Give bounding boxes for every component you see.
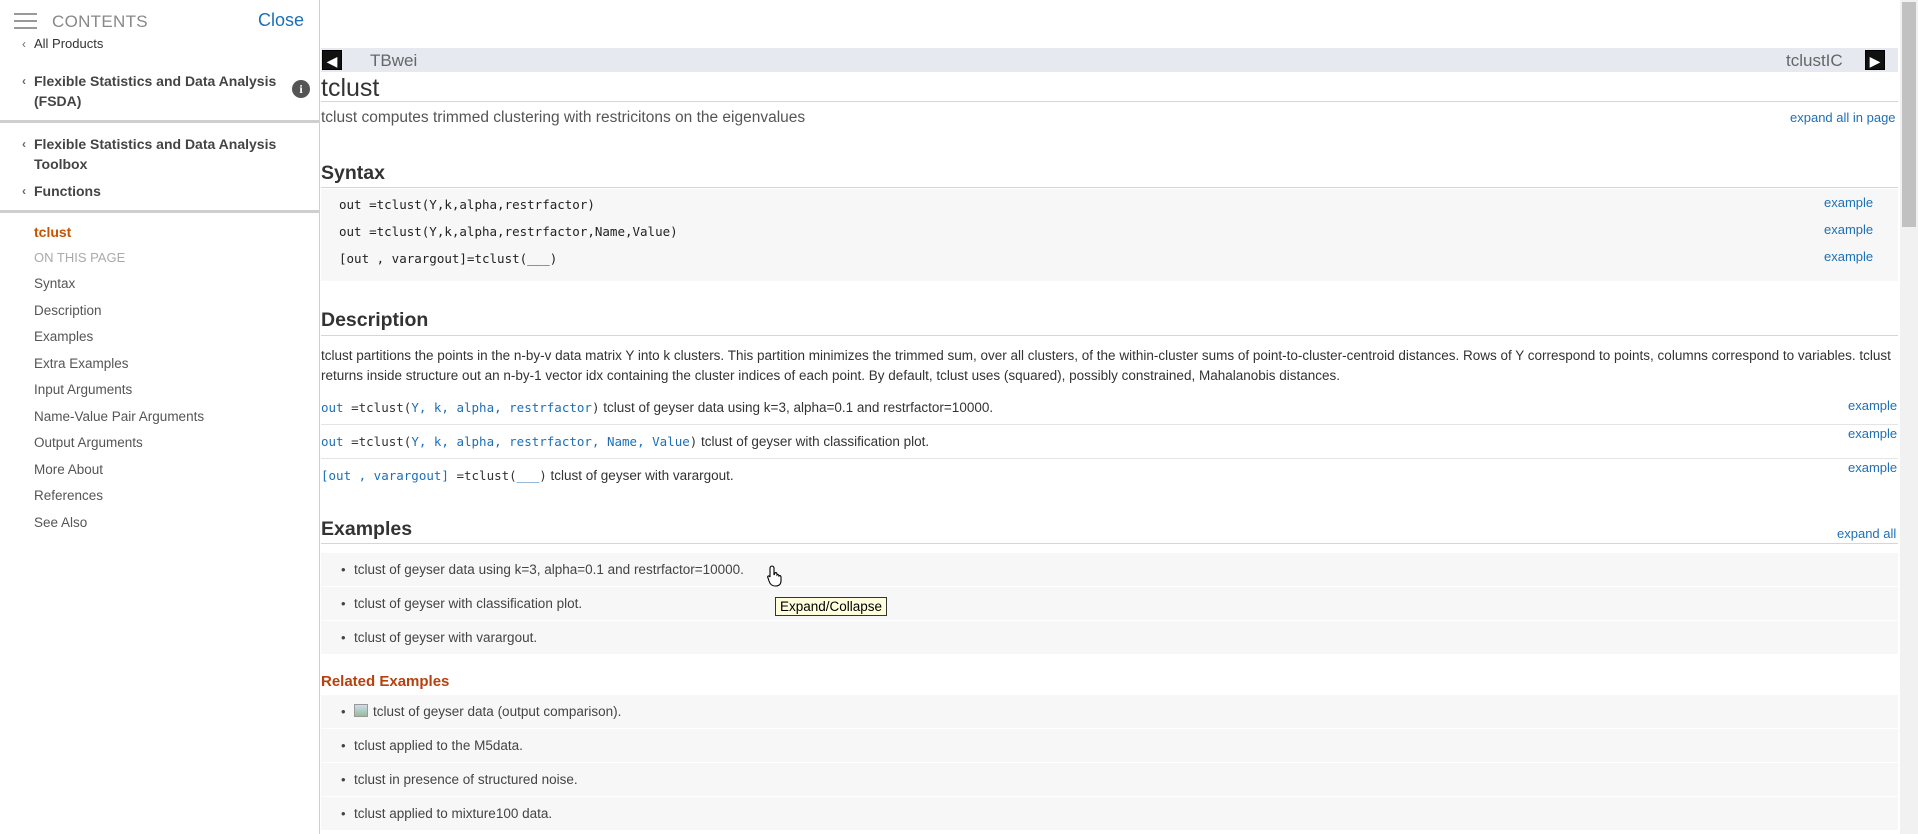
nav-item-name-value-pair-arguments[interactable]: Name-Value Pair Arguments <box>34 409 204 436</box>
call-row: out =tclust(Y, k, alpha, restrfactor, Na… <box>321 434 1898 449</box>
breadcrumb-all-products[interactable]: ‹ All Products <box>22 36 103 51</box>
page-navigation-bar: ◀ TBwei tclustIC ▶ <box>321 48 1898 72</box>
all-products-label: All Products <box>34 36 104 51</box>
examples-heading: Examples <box>321 518 413 540</box>
info-icon[interactable]: i <box>292 80 310 98</box>
call-function: =tclust( <box>448 468 517 483</box>
sidebar-divider <box>0 210 320 213</box>
call-summary: tclust of geyser with classification plo… <box>697 434 930 449</box>
nav-item-see-also[interactable]: See Also <box>34 515 204 542</box>
divider <box>321 335 1898 336</box>
example-link[interactable]: example <box>1848 398 1897 413</box>
chevron-left-icon: ‹ <box>22 37 26 51</box>
nav-item-output-arguments[interactable]: Output Arguments <box>34 435 204 462</box>
syntax-box: out =tclust(Y,k,alpha,restrfactor) out =… <box>321 189 1898 281</box>
related-example-item[interactable]: tclust applied to mixture100 data. <box>321 797 1898 831</box>
example-item[interactable]: tclust of geyser with classification plo… <box>321 587 1898 621</box>
divider <box>321 543 1898 544</box>
on-this-page-label: ON THIS PAGE <box>34 250 126 265</box>
example-item[interactable]: tclust of geyser data using k=3, alpha=0… <box>321 553 1898 587</box>
example-link[interactable]: example <box>1848 426 1897 441</box>
related-example-label: tclust of geyser data (output comparison… <box>373 704 622 719</box>
nav-item-extra-examples[interactable]: Extra Examples <box>34 356 204 383</box>
call-function: =tclust( <box>343 400 412 415</box>
tooltip: Expand/Collapse <box>775 597 888 616</box>
chevron-left-icon: ‹ <box>22 137 26 151</box>
related-example-item[interactable]: tclust of geyser data (output comparison… <box>321 695 1898 729</box>
example-item[interactable]: tclust of geyser with varargout. <box>321 621 1898 655</box>
related-example-item[interactable]: tclust applied to the M5data. <box>321 729 1898 763</box>
syntax-row: [out , varargout]=tclust(___) <box>339 251 558 266</box>
page-purpose: tclust computes trimmed clustering with … <box>321 109 806 126</box>
sidebar: CONTENTS Close ‹ All Products ‹ Flexible … <box>0 0 320 834</box>
example-link[interactable]: example <box>1824 195 1873 210</box>
on-this-page-list: Syntax Description Examples Extra Exampl… <box>34 276 204 541</box>
hand-cursor-icon <box>767 565 782 587</box>
chevron-left-icon: ‹ <box>22 74 26 88</box>
description-heading: Description <box>321 309 429 331</box>
call-output[interactable]: [out , varargout] <box>321 468 449 483</box>
nav-item-input-arguments[interactable]: Input Arguments <box>34 382 204 409</box>
next-page-link[interactable]: tclustIC <box>1786 51 1843 71</box>
page-title: tclust <box>321 74 380 102</box>
example-link[interactable]: example <box>1824 249 1873 264</box>
arrow-right-icon[interactable]: ▶ <box>1865 50 1885 70</box>
divider <box>321 458 1898 459</box>
nav-current-page[interactable]: tclust <box>34 224 71 240</box>
contents-title: CONTENTS <box>52 12 148 31</box>
call-arguments[interactable]: Y, k, alpha, restrfactor <box>411 400 592 415</box>
syntax-row: out =tclust(Y,k,alpha,restrfactor) <box>339 197 595 212</box>
related-examples-list: tclust of geyser data (output comparison… <box>321 695 1898 831</box>
divider <box>321 187 1898 188</box>
prev-page-link[interactable]: TBwei <box>370 51 417 71</box>
call-close: ) <box>539 468 547 483</box>
syntax-row: out =tclust(Y,k,alpha,restrfactor,Name,V… <box>339 224 678 239</box>
breadcrumb-functions-label: Functions <box>34 183 101 199</box>
breadcrumb-functions[interactable]: ‹ Functions <box>22 181 282 201</box>
call-arguments[interactable]: ___ <box>517 468 540 483</box>
nav-item-syntax[interactable]: Syntax <box>34 276 204 303</box>
breadcrumb-fsda-label: Flexible Statistics and Data Analysis (F… <box>34 73 277 109</box>
arrow-left-icon[interactable]: ◀ <box>322 50 342 70</box>
close-link[interactable]: Close <box>258 10 304 31</box>
call-function: =tclust( <box>343 434 412 449</box>
related-example-item[interactable]: tclust in presence of structured noise. <box>321 763 1898 797</box>
hamburger-menu-icon[interactable] <box>14 13 37 31</box>
divider <box>321 101 1898 102</box>
syntax-heading: Syntax <box>321 162 385 184</box>
chevron-left-icon: ‹ <box>22 184 26 198</box>
description-text: tclust partitions the points in the n-by… <box>321 348 1891 383</box>
divider <box>321 424 1898 425</box>
call-output[interactable]: out <box>321 400 344 415</box>
image-icon <box>354 704 368 717</box>
call-summary: tclust of geyser with varargout. <box>546 468 734 483</box>
expand-all-in-page-link[interactable]: expand all in page <box>1790 110 1896 125</box>
vertical-scrollbar[interactable] <box>1900 0 1918 834</box>
examples-list: tclust of geyser data using k=3, alpha=0… <box>321 553 1898 655</box>
related-examples-heading: Related Examples <box>321 673 450 690</box>
contents-bar: CONTENTS Close <box>14 10 314 34</box>
breadcrumb-fsda[interactable]: ‹ Flexible Statistics and Data Analysis … <box>22 71 282 111</box>
nav-item-references[interactable]: References <box>34 488 204 515</box>
breadcrumb-toolbox[interactable]: ‹ Flexible Statistics and Data Analysis … <box>22 134 282 174</box>
nav-item-more-about[interactable]: More About <box>34 462 204 489</box>
expand-all-link[interactable]: expand all <box>1837 526 1896 541</box>
call-output[interactable]: out <box>321 434 344 449</box>
nav-item-examples[interactable]: Examples <box>34 329 204 356</box>
call-row: [out , varargout] =tclust(___) tclust of… <box>321 468 1898 483</box>
main-content: ◀ TBwei tclustIC ▶ tclust tclust compute… <box>321 0 1898 834</box>
call-row: out =tclust(Y, k, alpha, restrfactor) tc… <box>321 400 1898 415</box>
scrollbar-thumb[interactable] <box>1902 2 1916 227</box>
example-link[interactable]: example <box>1848 460 1897 475</box>
breadcrumb-toolbox-label: Flexible Statistics and Data Analysis To… <box>34 136 277 172</box>
example-link[interactable]: example <box>1824 222 1873 237</box>
call-arguments[interactable]: Y, k, alpha, restrfactor, Name, Value <box>411 434 689 449</box>
nav-item-description[interactable]: Description <box>34 303 204 330</box>
sidebar-divider <box>0 120 320 123</box>
call-summary: tclust of geyser data using k=3, alpha=0… <box>599 400 994 415</box>
